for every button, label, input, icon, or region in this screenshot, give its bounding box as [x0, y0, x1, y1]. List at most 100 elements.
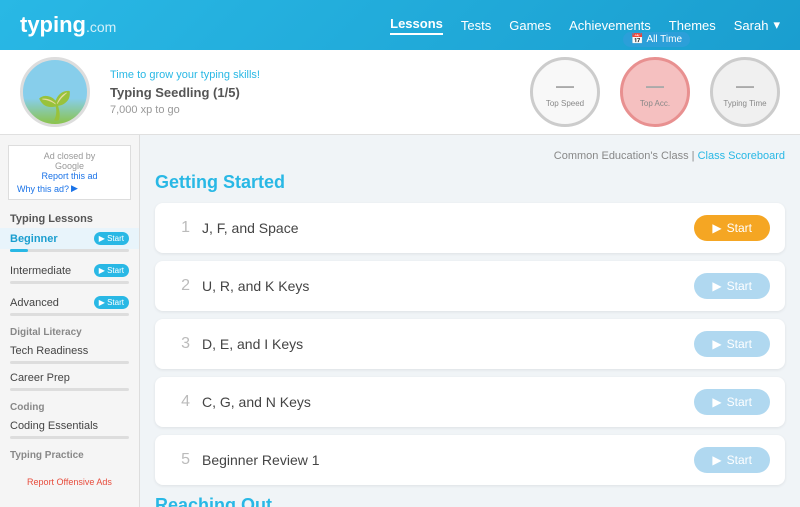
lesson-num-2: 2 — [170, 277, 190, 295]
nav-themes[interactable]: Themes — [669, 18, 716, 33]
nav-achievements[interactable]: Achievements — [569, 18, 651, 33]
play-icon-1: ▶ — [712, 221, 721, 235]
coding-title: Coding — [0, 399, 139, 416]
tech-readiness-label: Tech Readiness — [10, 345, 88, 357]
stat-top-speed: — Top Speed — [530, 57, 600, 127]
avatar: 🌱 — [20, 57, 90, 127]
report-ad-link[interactable]: Report this ad — [17, 171, 122, 181]
typing-practice-title: Typing Practice — [0, 447, 139, 464]
coding-essentials-label: Coding Essentials — [10, 420, 98, 432]
lesson-name-4: C, G, and N Keys — [202, 394, 311, 410]
beginner-label: Beginner — [10, 233, 58, 245]
sidebar-category-advanced: Advanced ▶ Start — [0, 292, 139, 316]
chevron-down-icon: ▾ — [773, 17, 780, 33]
lesson-start-btn-5[interactable]: ▶ Start — [694, 447, 770, 473]
play-icon-4: ▶ — [712, 395, 721, 409]
nav-lessons[interactable]: Lessons — [390, 16, 443, 35]
lesson-name-1: J, F, and Space — [202, 220, 299, 236]
beginner-progress-bar — [10, 249, 129, 252]
logo-typing[interactable]: typing — [20, 12, 86, 38]
sidebar-category-coding: Coding Coding Essentials — [0, 399, 139, 439]
user-menu[interactable]: Sarah ▾ — [734, 17, 780, 33]
stats-area: — Top Speed — Top Acc. — Typing Time — [530, 57, 780, 127]
arrow-icon: ▶ — [71, 183, 78, 194]
digital-literacy-title: Digital Literacy — [0, 324, 139, 341]
sidebar-category-typing-practice: Typing Practice — [0, 447, 139, 464]
stat-speed-label: Top Speed — [546, 99, 584, 108]
play-icon-5: ▶ — [712, 453, 721, 467]
logo-dotcom: .com — [86, 19, 116, 35]
intermediate-progress-bar — [10, 281, 129, 284]
nav-area: Lessons Tests Games Achievements Themes … — [390, 16, 780, 35]
profile-xp: 7,000 xp to go — [110, 104, 260, 116]
main-layout: Ad closed byGoogle Report this ad Why th… — [0, 135, 800, 507]
lesson-card-3: 3 D, E, and I Keys ▶ Start — [155, 319, 785, 369]
stat-time-label: Typing Time — [723, 99, 766, 108]
tech-readiness-progress — [10, 361, 129, 364]
sidebar-item-tech-readiness[interactable]: Tech Readiness — [0, 341, 139, 361]
stat-acc-label: Top Acc. — [640, 99, 670, 108]
why-ad-link[interactable]: Why this ad? ▶ — [17, 183, 122, 194]
class-info: Common Education's Class | Class Scorebo… — [155, 150, 785, 162]
advanced-start-btn[interactable]: ▶ Start — [94, 296, 129, 309]
lesson-card-1: 1 J, F, and Space ▶ Start — [155, 203, 785, 253]
class-scoreboard-link[interactable]: Class Scoreboard — [698, 150, 785, 162]
lesson-num-3: 3 — [170, 335, 190, 353]
all-time-badge[interactable]: 📅 All Time — [623, 32, 690, 47]
profile-level: Typing Seedling (1/5) — [110, 85, 260, 100]
report-offensive-ads[interactable]: Report Offensive Ads — [0, 472, 139, 492]
calendar-icon: 📅 — [631, 34, 643, 45]
lesson-start-btn-3[interactable]: ▶ Start — [694, 331, 770, 357]
intermediate-start-btn[interactable]: ▶ Start — [94, 264, 129, 277]
profile-info: Time to grow your typing skills! Typing … — [110, 69, 260, 116]
lesson-card-4: 4 C, G, and N Keys ▶ Start — [155, 377, 785, 427]
profile-tagline: Time to grow your typing skills! — [110, 69, 260, 81]
sidebar-item-career-prep[interactable]: Career Prep — [0, 368, 139, 388]
career-prep-label: Career Prep — [10, 372, 70, 384]
stat-typing-time: — Typing Time — [710, 57, 780, 127]
all-time-label: All Time — [646, 34, 682, 45]
coding-essentials-progress — [10, 436, 129, 439]
getting-started-title: Getting Started — [155, 172, 785, 193]
play-icon-2: ▶ — [712, 279, 721, 293]
ad-area: Ad closed byGoogle Report this ad Why th… — [8, 145, 131, 200]
stat-top-acc: — Top Acc. — [620, 57, 690, 127]
lesson-num-1: 1 — [170, 219, 190, 237]
career-prep-progress — [10, 388, 129, 391]
lesson-card-2: 2 U, R, and K Keys ▶ Start — [155, 261, 785, 311]
beginner-start-btn[interactable]: ▶ Start — [94, 232, 129, 245]
sidebar-category-beginner: Beginner ▶ Start — [0, 228, 139, 252]
profile-banner: 🌱 Time to grow your typing skills! Typin… — [0, 50, 800, 135]
class-name-label: Common Education's Class — [554, 150, 689, 162]
sidebar-item-coding-essentials[interactable]: Coding Essentials — [0, 416, 139, 436]
sidebar-item-intermediate[interactable]: Intermediate ▶ Start — [0, 260, 139, 281]
sidebar-category-digital-literacy: Digital Literacy Tech Readiness Career P… — [0, 324, 139, 391]
username-label: Sarah — [734, 18, 769, 33]
lesson-card-5: 5 Beginner Review 1 ▶ Start — [155, 435, 785, 485]
lesson-start-btn-4[interactable]: ▶ Start — [694, 389, 770, 415]
header: typing .com Lessons Tests Games Achievem… — [0, 0, 800, 50]
nav-games[interactable]: Games — [509, 18, 551, 33]
sidebar-item-advanced[interactable]: Advanced ▶ Start — [0, 292, 139, 313]
lesson-num-4: 4 — [170, 393, 190, 411]
stat-acc-value: — — [646, 76, 664, 97]
plant-icon: 🌱 — [38, 89, 73, 122]
sidebar: Ad closed byGoogle Report this ad Why th… — [0, 135, 140, 507]
sidebar-item-beginner[interactable]: Beginner ▶ Start — [0, 228, 139, 249]
intermediate-label: Intermediate — [10, 265, 71, 277]
play-icon-3: ▶ — [712, 337, 721, 351]
nav-tests[interactable]: Tests — [461, 18, 491, 33]
ad-closed-label: Ad closed byGoogle — [44, 151, 96, 171]
lesson-name-2: U, R, and K Keys — [202, 278, 309, 294]
lesson-num-5: 5 — [170, 451, 190, 469]
lesson-start-btn-1[interactable]: ▶ Start — [694, 215, 770, 241]
sidebar-category-intermediate: Intermediate ▶ Start — [0, 260, 139, 284]
content-area: Common Education's Class | Class Scorebo… — [140, 135, 800, 507]
advanced-progress-bar — [10, 313, 129, 316]
lesson-name-5: Beginner Review 1 — [202, 452, 320, 468]
lesson-start-btn-2[interactable]: ▶ Start — [694, 273, 770, 299]
typing-lessons-title: Typing Lessons — [0, 208, 139, 228]
stat-time-value: — — [736, 76, 754, 97]
stat-speed-value: — — [556, 76, 574, 97]
logo-area: typing .com — [20, 12, 116, 38]
